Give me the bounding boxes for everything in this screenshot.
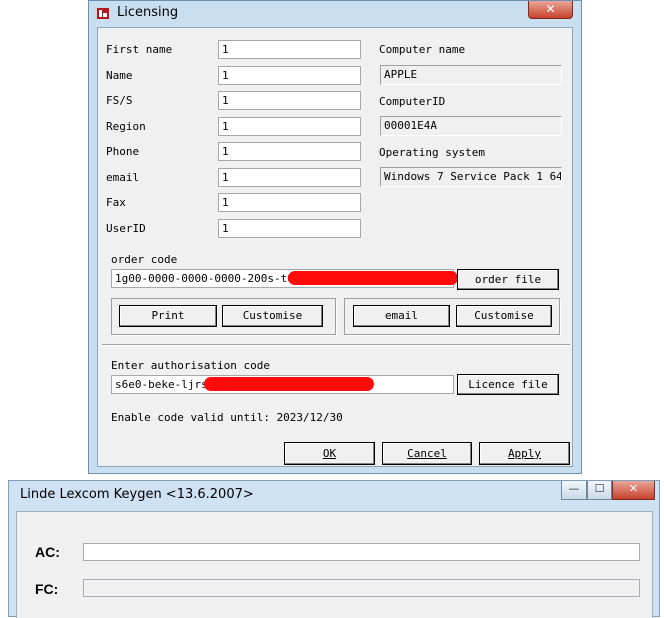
first-name-label: First name: [106, 43, 173, 56]
ac-label: AC:: [35, 544, 60, 560]
apply-button-label: Apply: [507, 447, 542, 460]
fax-field[interactable]: 1: [218, 193, 361, 212]
licensing-titlebar[interactable]: Licensing ✕: [89, 1, 581, 27]
os-value: Windows 7 Service Pack 1 64: [380, 167, 562, 187]
ok-button[interactable]: OK: [284, 442, 375, 465]
userid-field[interactable]: 1: [218, 219, 361, 238]
ok-button-label: OK: [322, 447, 337, 460]
region-field[interactable]: 1: [218, 117, 361, 136]
fc-label: FC:: [35, 581, 59, 597]
region-label: Region: [106, 120, 146, 133]
close-button[interactable]: ✕: [528, 1, 573, 19]
separator: [102, 344, 570, 346]
first-name-field[interactable]: 1: [218, 40, 361, 59]
valid-until-text: Enable code valid until: 2023/12/30: [111, 411, 343, 424]
auth-code-label: Enter authorisation code: [111, 359, 270, 372]
userid-label: UserID: [106, 222, 146, 235]
apply-button[interactable]: Apply: [479, 442, 570, 465]
minimize-button[interactable]: —: [561, 481, 587, 500]
order-code-label: order code: [111, 253, 178, 266]
auth-code-redaction: [204, 377, 374, 391]
licence-file-button[interactable]: Licence file: [457, 374, 559, 395]
computer-name-label: Computer name: [379, 43, 466, 56]
order-file-button[interactable]: order file: [457, 269, 559, 290]
computer-id-label: ComputerID: [379, 95, 446, 108]
maximize-button[interactable]: ☐: [587, 481, 612, 500]
fax-label: Fax: [106, 196, 126, 209]
email-button[interactable]: email: [353, 305, 450, 327]
email-field[interactable]: 1: [218, 168, 361, 187]
licensing-client-area: First name Name FS/S Region Phone email …: [97, 27, 573, 467]
licensing-title: Licensing: [117, 5, 179, 20]
ac-field[interactable]: [83, 543, 640, 561]
keygen-window: Linde Lexcom Keygen <13.6.2007> — ☐ ✕ AC…: [8, 480, 660, 618]
keygen-title: Linde Lexcom Keygen <13.6.2007>: [20, 487, 254, 502]
order-code-redaction: [288, 271, 458, 285]
name-field[interactable]: 1: [218, 66, 361, 85]
fs-field[interactable]: 1: [218, 91, 361, 110]
computer-name-value: APPLE: [380, 65, 562, 85]
os-label: Operating system: [379, 146, 485, 159]
app-icon: [97, 8, 109, 19]
licensing-window: Licensing ✕ First name Name FS/S Region …: [88, 0, 582, 474]
name-label: Name: [106, 69, 133, 82]
keygen-close-button[interactable]: ✕: [612, 481, 655, 500]
fs-label: FS/S: [106, 94, 133, 107]
phone-field[interactable]: 1: [218, 142, 361, 161]
fc-field: [83, 579, 640, 597]
cancel-button[interactable]: Cancel: [382, 442, 472, 465]
customise-button-right[interactable]: Customise: [456, 305, 552, 327]
phone-label: Phone: [106, 145, 140, 158]
customise-button-left[interactable]: Customise: [222, 305, 323, 327]
keygen-client-area: AC: FC:: [16, 511, 653, 618]
email-label: email: [106, 171, 140, 184]
computer-id-value: 00001E4A: [380, 116, 562, 136]
print-button[interactable]: Print: [119, 305, 217, 327]
cancel-button-label: Cancel: [407, 447, 447, 460]
